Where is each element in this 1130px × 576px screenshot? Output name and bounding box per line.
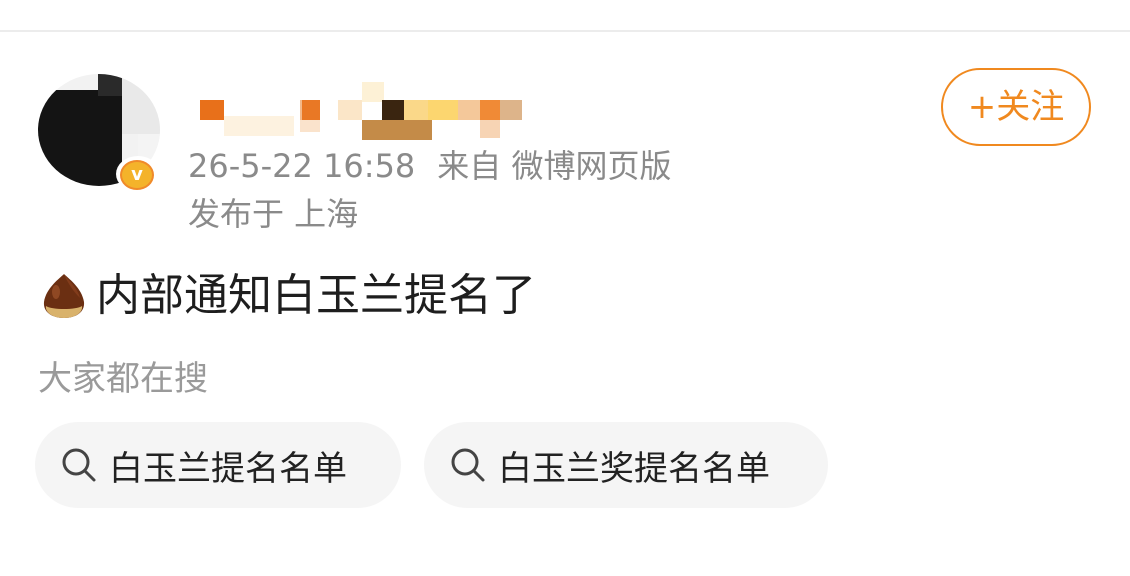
post-timestamp[interactable]: 26-5-22 16:58 [188, 147, 415, 185]
verified-v-icon: v [120, 160, 154, 190]
search-icon [448, 445, 488, 485]
post-content: 内部通知白玉兰提名了 [38, 266, 536, 326]
verified-badge-icon: v [116, 156, 160, 192]
weibo-post-card: v 26-5-22 16:58 来自 微博网页版 发布于 上海 +关注 内部通知… [0, 0, 1130, 576]
post-location: 发布于 上海 [188, 195, 359, 233]
search-icon [59, 445, 99, 485]
post-text: 内部通知白玉兰提名了 [96, 270, 536, 321]
trending-search-heading: 大家都在搜 [38, 359, 208, 399]
post-meta: 26-5-22 16:58 来自 微博网页版 [188, 146, 671, 186]
search-chip[interactable]: 白玉兰奖提名名单 [424, 422, 828, 508]
search-chip-label: 白玉兰提名名单 [109, 448, 347, 489]
username-blurred[interactable] [196, 82, 526, 142]
top-divider [0, 30, 1130, 32]
search-chip-label: 白玉兰奖提名名单 [498, 448, 770, 489]
follow-button[interactable]: +关注 [941, 68, 1091, 146]
search-chip[interactable]: 白玉兰提名名单 [35, 422, 401, 508]
post-source: 来自 微博网页版 [437, 147, 672, 185]
chestnut-icon [38, 270, 90, 322]
